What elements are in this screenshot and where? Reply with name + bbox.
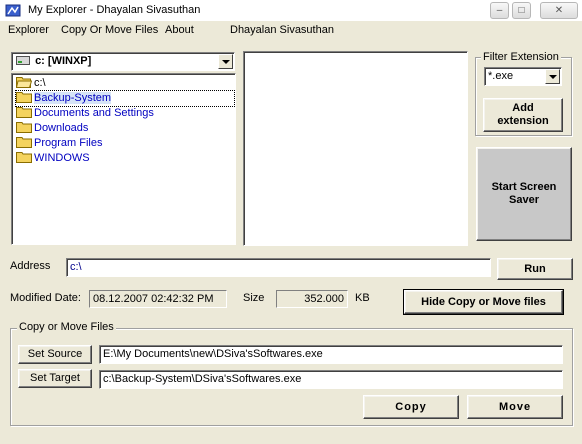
tree-item-label: Documents and Settings <box>34 107 154 119</box>
close-icon: ✕ <box>554 5 564 16</box>
app-icon <box>5 4 21 17</box>
address-label: Address <box>10 260 51 272</box>
size-label: Size <box>243 292 265 304</box>
folder-icon <box>16 122 32 133</box>
set-target-button[interactable]: Set Target <box>18 369 92 388</box>
add-extension-button[interactable]: Add extension <box>483 98 563 132</box>
drive-select[interactable]: c: [WINXP] <box>11 52 235 71</box>
drive-select-value: c: [WINXP] <box>35 55 92 67</box>
size-unit: KB <box>355 292 370 304</box>
target-path-input[interactable]: c:\Backup-System\DSiva'sSoftwares.exe <box>99 370 563 389</box>
maximize-button[interactable]: □ <box>512 2 531 19</box>
tree-item[interactable]: WINDOWS <box>16 151 90 166</box>
size-value: 352.000 <box>276 290 348 308</box>
folder-icon <box>16 92 32 103</box>
maximize-icon: □ <box>518 5 525 16</box>
filter-extension-title: Filter Extension <box>481 51 561 63</box>
close-button[interactable]: ✕ <box>540 2 578 19</box>
minimize-icon: – <box>496 5 503 16</box>
source-path-input[interactable]: E:\My Documents\new\DSiva'sSoftwares.exe <box>99 345 563 364</box>
hide-copy-move-button[interactable]: Hide Copy or Move files <box>403 289 564 315</box>
folder-tree[interactable]: c:\ Backup-System Documents and Settings… <box>11 73 236 245</box>
tree-item-selected[interactable]: Backup-System <box>15 90 235 107</box>
menu-copy-or-move[interactable]: Copy Or Move Files <box>61 24 158 36</box>
drive-icon <box>16 56 30 65</box>
folder-icon <box>16 107 32 118</box>
run-button[interactable]: Run <box>497 258 573 280</box>
tree-item[interactable]: c:\ <box>16 76 46 91</box>
menu-about[interactable]: About <box>165 24 194 36</box>
tree-item[interactable]: Program Files <box>16 136 102 151</box>
modified-date-label: Modified Date: <box>10 292 81 304</box>
copy-move-title: Copy or Move Files <box>17 321 116 333</box>
filter-extension-value: *.exe <box>488 70 514 82</box>
menu-explorer[interactable]: Explorer <box>8 24 49 36</box>
tree-item-label: WINDOWS <box>34 152 90 164</box>
title-bar: My Explorer - Dhayalan Sivasuthan – □ ✕ <box>0 0 582 22</box>
chevron-down-icon[interactable] <box>218 54 233 69</box>
filter-extension-select[interactable]: *.exe <box>484 67 562 86</box>
address-input[interactable]: c:\ <box>66 258 491 277</box>
tree-item-label: Program Files <box>34 137 103 149</box>
open-folder-icon <box>16 77 32 88</box>
copy-button[interactable]: Copy <box>363 395 459 419</box>
start-screen-saver-button[interactable]: Start Screen Saver <box>476 147 572 241</box>
tree-item[interactable]: Downloads <box>16 121 88 136</box>
folder-icon <box>16 152 32 163</box>
window-title: My Explorer - Dhayalan Sivasuthan <box>28 4 201 16</box>
set-source-button[interactable]: Set Source <box>18 345 92 364</box>
menu-bar: Explorer Copy Or Move Files About Dhayal… <box>0 22 582 40</box>
move-button[interactable]: Move <box>467 395 563 419</box>
minimize-button[interactable]: – <box>490 2 509 19</box>
tree-item-label: Backup-System <box>34 92 112 104</box>
chevron-down-icon[interactable] <box>545 69 560 84</box>
modified-date-value: 08.12.2007 02:42:32 PM <box>89 290 227 308</box>
file-list[interactable] <box>243 51 468 246</box>
tree-item-label: Downloads <box>34 122 89 134</box>
menu-author[interactable]: Dhayalan Sivasuthan <box>230 24 334 36</box>
tree-item[interactable]: Documents and Settings <box>16 106 154 121</box>
tree-item-label: c:\ <box>34 77 46 89</box>
folder-icon <box>16 137 32 148</box>
